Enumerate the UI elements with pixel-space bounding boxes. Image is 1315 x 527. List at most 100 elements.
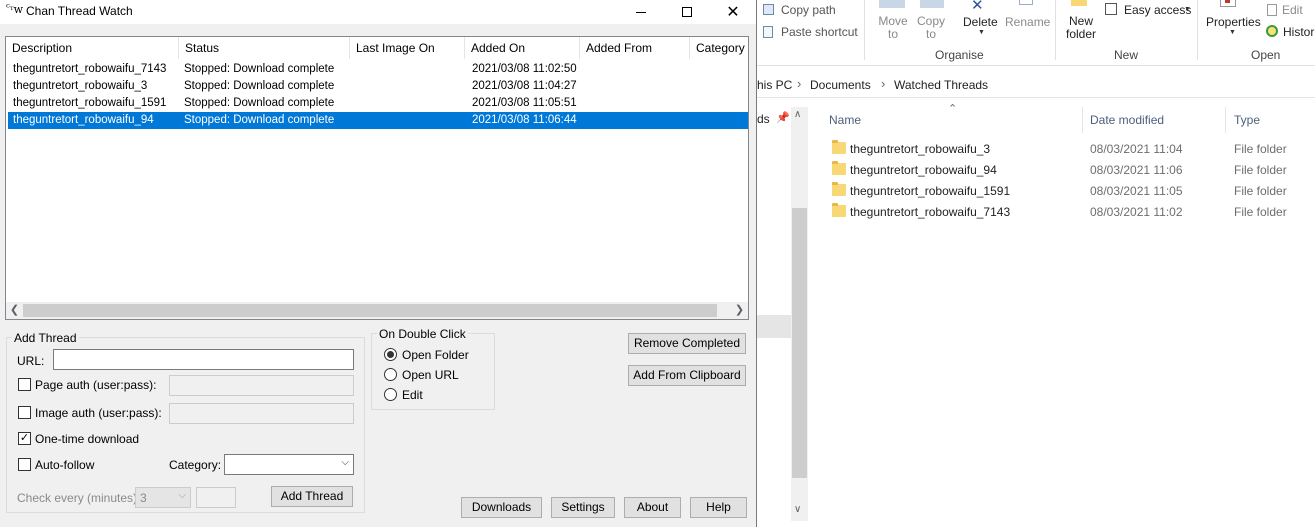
explorer-ribbon: Copy path Paste shortcut Move to Copy to… (757, 0, 1315, 66)
file-row[interactable]: theguntretort_robowaifu_94 08/03/2021 11… (817, 159, 1315, 180)
url-input[interactable] (53, 349, 354, 370)
thread-list[interactable]: Description Status Last Image On Added O… (5, 36, 749, 320)
column-header-type[interactable]: Type (1234, 113, 1260, 127)
check-every-select[interactable]: 3 ⌵ (135, 487, 191, 508)
delete-icon: ✕ (971, 0, 984, 14)
thread-list-horizontal-scrollbar[interactable]: ❮ ❯ (6, 302, 748, 319)
breadcrumb-this-pc[interactable]: his PC (757, 78, 792, 92)
help-button[interactable]: Help (690, 497, 747, 518)
paste-shortcut-button[interactable]: Paste shortcut (781, 25, 858, 39)
image-auth-label: Image auth (user:pass): (35, 406, 162, 420)
thread-list-header: Description Status Last Image On Added O… (6, 37, 748, 59)
folder-icon (832, 140, 846, 154)
move-to-button[interactable]: Move to (875, 15, 911, 41)
thread-row[interactable]: theguntretort_robowaifu_3 Stopped: Downl… (8, 78, 748, 95)
scroll-up-icon[interactable]: ∧ (794, 109, 801, 120)
thread-status: Stopped: Download complete (184, 97, 335, 109)
maximize-button[interactable] (664, 0, 710, 24)
open-folder-radio[interactable] (384, 348, 397, 361)
thread-status: Stopped: Download complete (184, 114, 335, 126)
open-folder-label: Open Folder (402, 348, 469, 362)
one-time-download-label: One-time download (35, 432, 140, 446)
column-divider[interactable] (1225, 107, 1226, 133)
edit-radio[interactable] (384, 388, 397, 401)
check-every-value: 3 (140, 491, 147, 505)
breadcrumb-watched-threads[interactable]: Watched Threads (894, 78, 988, 92)
auto-follow-label: Auto-follow (35, 458, 95, 472)
copy-to-button[interactable]: Copy to (915, 15, 947, 41)
image-auth-input[interactable] (169, 403, 354, 424)
category-select[interactable]: ⌵ (224, 454, 354, 475)
file-row[interactable]: theguntretort_robowaifu_3 08/03/2021 11:… (817, 138, 1315, 159)
nav-quick-access-item[interactable]: ds (757, 112, 770, 126)
scroll-thumb[interactable] (23, 304, 717, 317)
close-button[interactable]: ✕ (710, 0, 756, 24)
remove-completed-button[interactable]: Remove Completed (628, 333, 746, 354)
downloads-button[interactable]: Downloads (461, 497, 542, 518)
page-auth-checkbox[interactable] (18, 378, 31, 391)
thread-description: theguntretort_robowaifu_3 (13, 80, 148, 92)
scroll-thumb[interactable] (792, 208, 807, 478)
file-date: 08/03/2021 11:04 (1090, 142, 1183, 156)
url-label: URL: (17, 354, 45, 368)
chevron-down-icon: ▼ (978, 29, 985, 36)
one-time-download-checkbox[interactable]: ✓ (18, 432, 31, 445)
image-auth-checkbox[interactable] (18, 406, 31, 419)
title-bar[interactable]: ᶜᵀw Chan Thread Watch ✕ (0, 0, 756, 24)
copy-path-button[interactable]: Copy path (781, 3, 836, 17)
scroll-down-icon[interactable]: ∨ (794, 504, 801, 515)
add-thread-group: Add Thread URL: Page auth (user:pass): I… (6, 331, 365, 513)
scroll-right-icon[interactable]: ❯ (731, 302, 748, 319)
address-bar[interactable]: his PC › Documents › Watched Threads (757, 72, 1315, 98)
copy-to-icon (920, 0, 944, 8)
history-button[interactable]: Histor (1283, 25, 1314, 39)
add-thread-button[interactable]: Add Thread (271, 486, 353, 507)
thread-description: theguntretort_robowaifu_7143 (13, 63, 167, 75)
ribbon-separator (864, 0, 865, 60)
page-auth-input[interactable] (169, 375, 354, 396)
file-row[interactable]: theguntretort_robowaifu_7143 08/03/2021 … (817, 201, 1315, 222)
file-type: File folder (1234, 163, 1287, 177)
auto-follow-checkbox[interactable] (18, 458, 31, 471)
about-button[interactable]: About (624, 497, 681, 518)
edit-button[interactable]: Edit (1282, 3, 1303, 17)
column-header-name[interactable]: Name (829, 113, 861, 127)
minimize-button[interactable] (618, 0, 664, 24)
column-divider[interactable] (1082, 107, 1083, 133)
easy-access-button[interactable]: Easy access (1124, 3, 1191, 17)
add-from-clipboard-button[interactable]: Add From Clipboard (628, 365, 746, 386)
new-folder-button[interactable]: New folder (1064, 15, 1098, 41)
rename-button[interactable]: Rename (1005, 15, 1050, 29)
ribbon-separator (1055, 0, 1056, 60)
column-header-last-image-on[interactable]: Last Image On (350, 37, 465, 59)
delete-button[interactable]: Delete (963, 15, 998, 29)
column-header-category[interactable]: Category (690, 37, 748, 59)
thread-row[interactable]: theguntretort_robowaifu_7143 Stopped: Do… (8, 61, 748, 78)
pin-icon[interactable]: 📌 (776, 111, 790, 124)
sort-ascending-icon: ⌃ (948, 103, 958, 115)
settings-button[interactable]: Settings (551, 497, 615, 518)
on-double-click-group: On Double Click Open Folder Open URL Edi… (371, 327, 495, 410)
open-url-label: Open URL (402, 368, 459, 382)
scroll-left-icon[interactable]: ❮ (6, 302, 23, 319)
thread-description: theguntretort_robowaifu_94 (13, 114, 154, 126)
file-name: theguntretort_robowaifu_1591 (850, 184, 1011, 198)
open-url-radio[interactable] (384, 368, 397, 381)
column-header-status[interactable]: Status (179, 37, 350, 59)
page-auth-label: Page auth (user:pass): (35, 378, 157, 392)
check-every-custom-input[interactable] (196, 487, 236, 508)
thread-status: Stopped: Download complete (184, 80, 335, 92)
column-header-description[interactable]: Description (6, 37, 179, 59)
file-name: theguntretort_robowaifu_3 (850, 142, 991, 156)
file-explorer-window: Copy path Paste shortcut Move to Copy to… (757, 0, 1315, 527)
thread-row[interactable]: theguntretort_robowaifu_1591 Stopped: Do… (8, 95, 748, 112)
navigation-pane-scrollbar[interactable]: ∧ ∨ (791, 107, 808, 521)
column-header-date-modified[interactable]: Date modified (1090, 113, 1164, 127)
column-header-added-on[interactable]: Added On (465, 37, 580, 59)
thread-row-selected[interactable]: theguntretort_robowaifu_94 Stopped: Down… (8, 112, 748, 129)
breadcrumb-documents[interactable]: Documents (810, 78, 871, 92)
chan-thread-watch-window: ᶜᵀw Chan Thread Watch ✕ Description Stat… (0, 0, 757, 527)
properties-button[interactable]: Properties (1206, 15, 1261, 29)
column-header-added-from[interactable]: Added From (580, 37, 690, 59)
file-row[interactable]: theguntretort_robowaifu_1591 08/03/2021 … (817, 180, 1315, 201)
